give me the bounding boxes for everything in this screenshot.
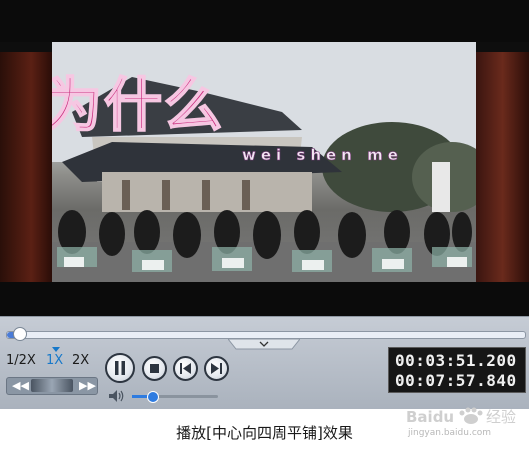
seek-handle[interactable] xyxy=(13,327,28,341)
baidu-logo-icon: Baidu 经验 xyxy=(406,407,516,426)
tiled-left-edge xyxy=(0,52,52,282)
top-black-bar xyxy=(0,0,529,42)
tiled-right-edge xyxy=(476,52,529,282)
seek-bar[interactable] xyxy=(6,327,526,341)
speed-option-normal[interactable]: 1X xyxy=(46,353,63,368)
stop-button[interactable] xyxy=(142,356,167,381)
time-display: 00:03:51.200 00:07:57.840 xyxy=(388,347,526,393)
next-button[interactable] xyxy=(204,356,229,381)
svg-text:Baidu: Baidu xyxy=(406,408,454,426)
next-icon xyxy=(211,363,222,374)
speed-selector: 1/2X 1X 2X xyxy=(4,347,98,375)
current-time: 00:03:51.200 xyxy=(395,351,517,370)
previous-icon xyxy=(180,363,191,374)
previous-button[interactable] xyxy=(173,356,198,381)
speed-option-double[interactable]: 2X xyxy=(72,353,89,368)
shuttle-control[interactable]: ◀◀ ▶▶ xyxy=(6,377,98,395)
lyric-pinyin: wei shen me xyxy=(242,146,403,165)
control-bar: 1/2X 1X 2X ◀◀ ▶▶ 00:03:51.200 00:07:57.8… xyxy=(0,316,529,409)
total-time: 00:07:57.840 xyxy=(395,371,517,390)
video-frame[interactable]: 为什么 wei shen me xyxy=(52,42,476,282)
rewind-icon[interactable]: ◀◀ xyxy=(12,379,29,392)
lyric-text: 为什么 xyxy=(52,70,225,140)
bottom-black-bar xyxy=(0,282,529,316)
stop-icon xyxy=(150,364,159,373)
volume-slider[interactable] xyxy=(132,391,218,403)
pause-icon xyxy=(115,361,125,375)
collapse-toggle[interactable] xyxy=(228,339,300,351)
svg-text:经验: 经验 xyxy=(486,408,516,426)
speed-marker-icon xyxy=(52,347,60,352)
volume-handle[interactable] xyxy=(146,391,159,403)
speaker-icon[interactable] xyxy=(108,389,126,403)
speed-option-half[interactable]: 1/2X xyxy=(6,353,36,368)
baidu-jingyan-watermark: Baidu 经验 jingyan.baidu.com xyxy=(402,404,526,442)
shuttle-grip[interactable] xyxy=(31,379,73,392)
watermark-url: jingyan.baidu.com xyxy=(408,428,492,438)
pause-button[interactable] xyxy=(105,353,135,383)
video-player: 为什么 wei shen me 1/2X 1X 2X ◀◀ ▶▶ 00:03:5… xyxy=(0,0,529,409)
fast-forward-icon[interactable]: ▶▶ xyxy=(79,379,96,392)
